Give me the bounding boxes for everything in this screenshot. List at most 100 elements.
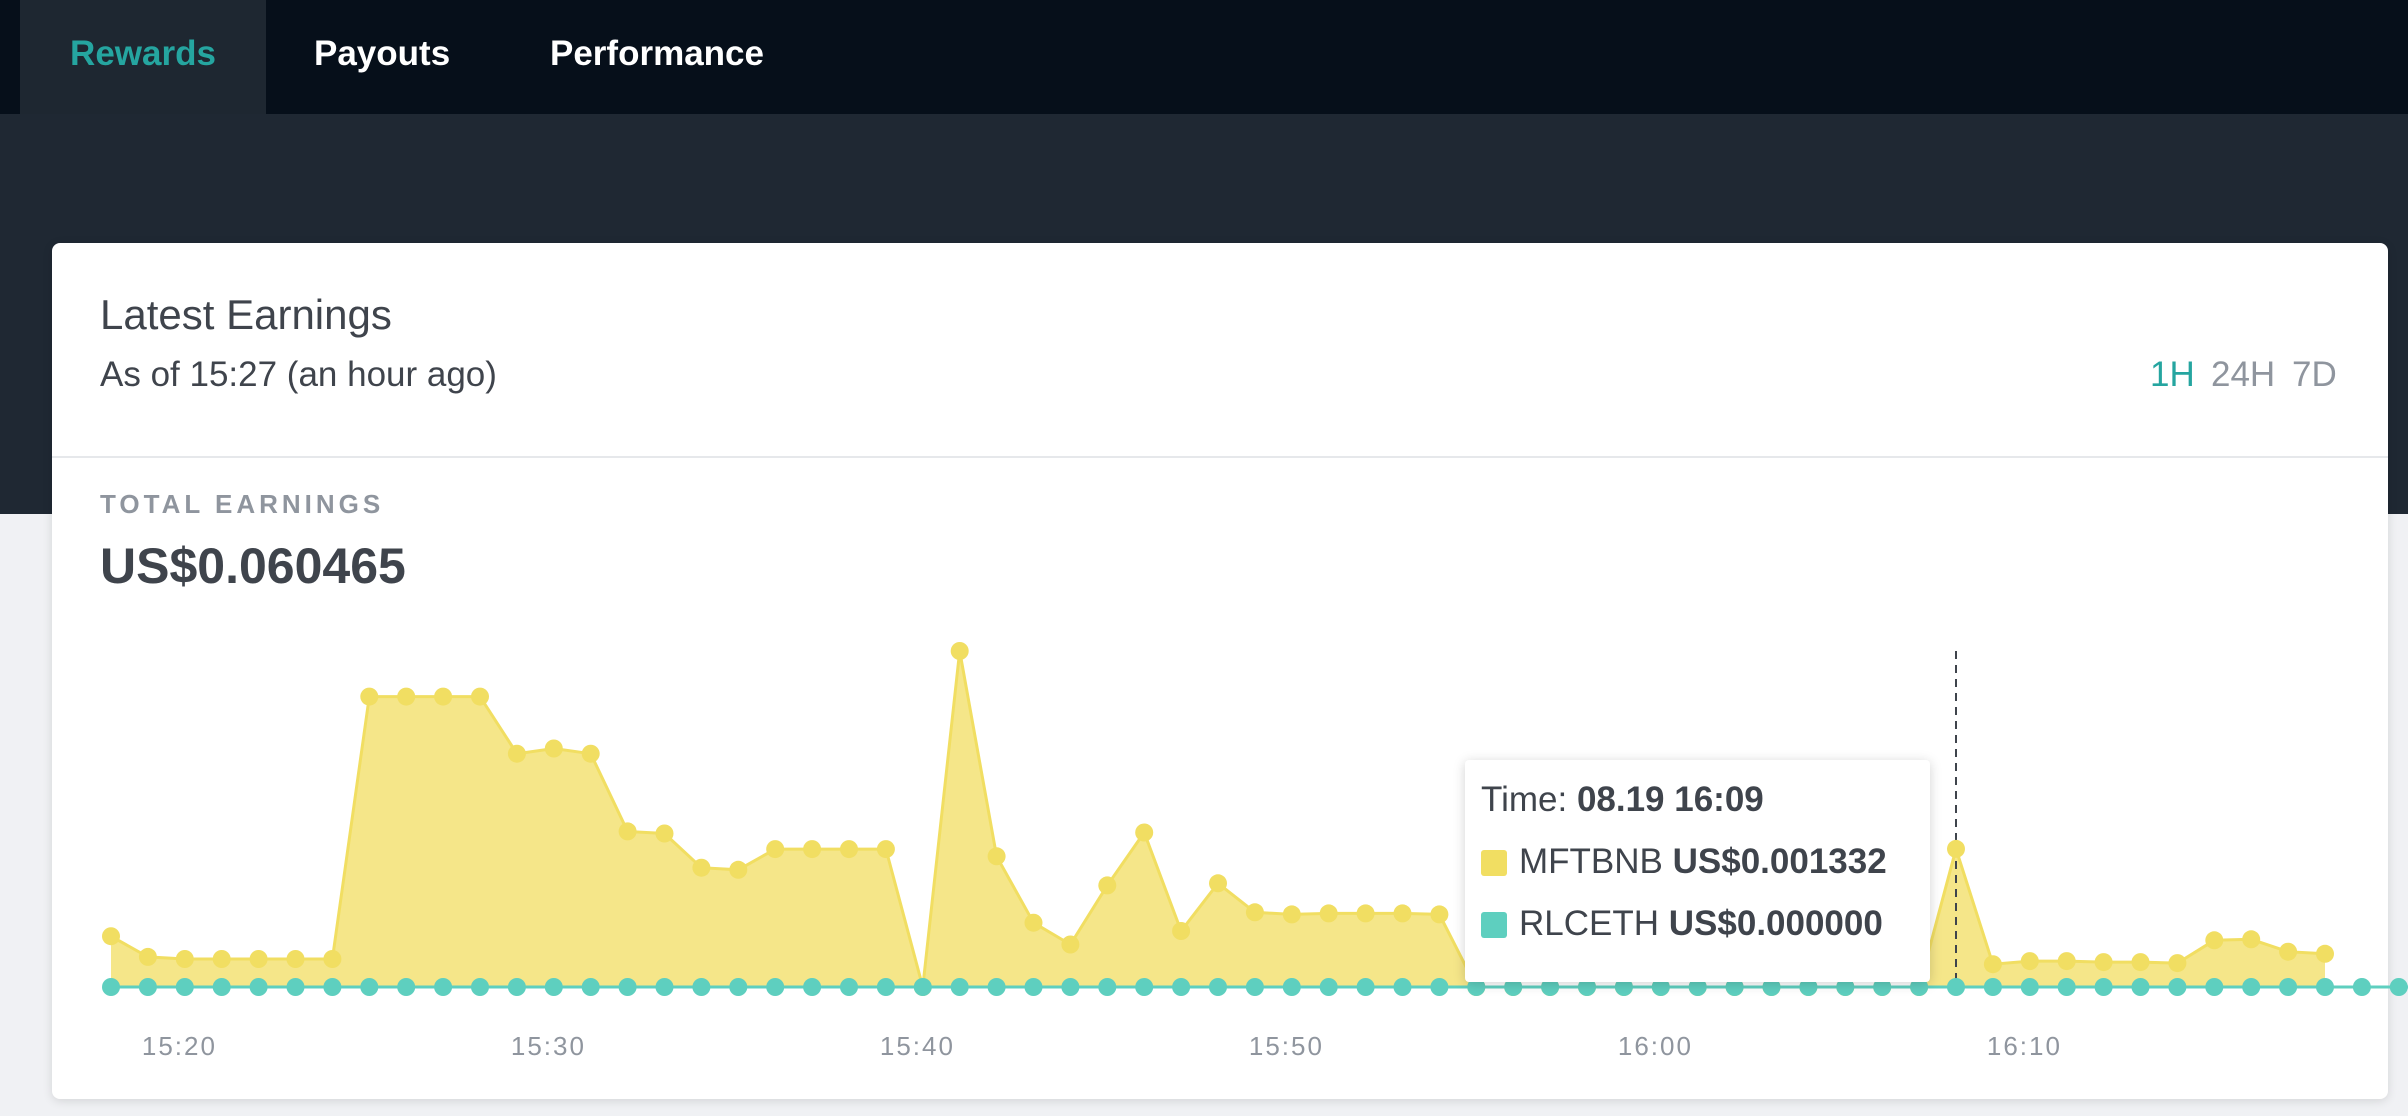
mftbnb-point: [286, 950, 305, 968]
mftbnb-point: [840, 840, 858, 859]
mftbnb-point: [1983, 955, 2002, 974]
mftbnb-point: [1393, 904, 1412, 923]
top-nav: Rewards Payouts Performance: [0, 0, 2408, 114]
rlceth-point: [1135, 978, 1154, 996]
rlceth-point: [840, 978, 858, 996]
range-1h-button[interactable]: 1H: [2150, 355, 2195, 395]
mftbnb-point: [950, 642, 969, 660]
range-7d-button[interactable]: 7D: [2292, 355, 2337, 395]
rlceth-point: [2316, 978, 2334, 996]
mftbnb-point: [2242, 930, 2261, 949]
rlceth-point: [175, 978, 194, 996]
rlceth-point: [1430, 978, 1449, 996]
chart-tooltip: Time: 08.19 16:09 MFTBNB US$0.001332 RLC…: [1465, 760, 1930, 982]
mftbnb-point: [581, 744, 600, 763]
mftbnb-point: [618, 822, 637, 841]
mftbnb-point: [1209, 874, 1227, 893]
mftbnb-point: [876, 840, 895, 859]
rlceth-point: [2389, 978, 2408, 996]
mftbnb-point: [1245, 903, 1264, 922]
mftbnb-swatch: [1481, 850, 1507, 876]
mftbnb-point: [212, 950, 231, 968]
rlceth-point: [1947, 978, 1965, 996]
mftbnb-point: [2057, 952, 2076, 971]
rlceth-point: [1282, 978, 1301, 996]
mftbnb-point: [2131, 953, 2150, 972]
tooltip-series-name: RLCETH: [1519, 904, 1660, 943]
rlceth-point: [2020, 978, 2039, 996]
mftbnb-point: [1135, 823, 1154, 842]
rlceth-point: [138, 978, 157, 996]
mftbnb-point: [1319, 904, 1338, 923]
rlceth-point: [2279, 978, 2298, 996]
rlceth-point: [2131, 978, 2150, 996]
total-earnings-label: TOTAL EARNINGS: [100, 489, 385, 519]
mftbnb-point: [2094, 953, 2113, 972]
tooltip-time-row: Time: 08.19 16:09: [1481, 780, 1764, 820]
tooltip-time-value: 08.19 16:09: [1576, 780, 1764, 819]
mftbnb-point: [2020, 952, 2039, 971]
rlceth-point: [950, 978, 969, 996]
mftbnb-point: [434, 687, 453, 706]
card-title: Latest Earnings: [100, 291, 392, 338]
rlceth-point: [987, 978, 1006, 996]
latest-earnings-card: Latest Earnings As of 15:27 (an hour ago…: [52, 243, 2388, 1099]
tab-rewards[interactable]: Rewards: [20, 0, 266, 114]
tooltip-time-label: Time:: [1481, 780, 1568, 819]
rlceth-point: [1024, 978, 1043, 996]
card-divider: [52, 456, 2388, 458]
rlceth-point: [692, 978, 711, 996]
rlceth-point: [2094, 978, 2113, 996]
mftbnb-point: [471, 687, 489, 706]
mftbnb-point: [138, 947, 157, 966]
mftbnb-point: [729, 860, 748, 879]
rlceth-point: [2242, 978, 2261, 996]
mftbnb-point: [397, 687, 416, 706]
mftbnb-point: [507, 744, 526, 763]
tooltip-series-row: RLCETH US$0.000000: [1481, 904, 1883, 944]
rlceth-point: [286, 978, 305, 996]
rlceth-point: [1983, 978, 2002, 996]
rlceth-point: [249, 978, 268, 996]
mftbnb-point: [766, 840, 785, 859]
mftbnb-point: [1430, 905, 1449, 924]
tab-performance[interactable]: Performance: [550, 0, 764, 114]
rlceth-point: [1319, 978, 1338, 996]
last-updated-text: As of 15:27 (an hour ago): [100, 355, 497, 394]
rlceth-point: [1356, 978, 1375, 996]
rlceth-point: [1098, 978, 1117, 996]
rlceth-point: [544, 978, 563, 996]
mftbnb-point: [2205, 931, 2224, 950]
tooltip-series-value: US$0.000000: [1668, 904, 1883, 943]
rlceth-point: [618, 978, 637, 996]
rlceth-point: [876, 978, 895, 996]
rlceth-point: [2168, 978, 2187, 996]
mftbnb-point: [655, 824, 674, 843]
mftbnb-point: [323, 950, 342, 968]
range-24h-button[interactable]: 24H: [2211, 355, 2275, 395]
mftbnb-point: [1061, 935, 1080, 954]
rlceth-point: [360, 978, 379, 996]
rlceth-point: [766, 978, 785, 996]
total-earnings-value: US$0.060465: [100, 538, 406, 594]
tooltip-series-name: MFTBNB: [1519, 842, 1663, 881]
rlceth-point: [1172, 978, 1191, 996]
rlceth-point: [1393, 978, 1412, 996]
mftbnb-point: [1282, 905, 1301, 924]
mftbnb-point: [102, 927, 120, 946]
tab-payouts[interactable]: Payouts: [314, 0, 450, 114]
mftbnb-point: [2168, 954, 2187, 973]
rlceth-point: [1061, 978, 1080, 996]
rlceth-point: [2057, 978, 2076, 996]
mftbnb-point: [2279, 942, 2298, 961]
rlceth-point: [323, 978, 342, 996]
mftbnb-point: [1356, 904, 1375, 923]
rlceth-swatch: [1481, 912, 1507, 938]
mftbnb-point: [360, 687, 379, 706]
rlceth-point: [102, 978, 120, 996]
rlceth-point: [1209, 978, 1227, 996]
mftbnb-point: [1172, 922, 1191, 940]
mftbnb-point: [1098, 876, 1117, 895]
mftbnb-point: [692, 858, 711, 877]
rlceth-point: [1245, 978, 1264, 996]
